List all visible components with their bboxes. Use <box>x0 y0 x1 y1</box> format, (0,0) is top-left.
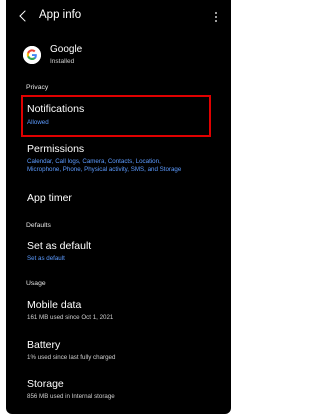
app-name: Google <box>50 44 83 55</box>
app-install-status: Installed <box>50 58 75 65</box>
app-info-screen: App info Google Installed Privacy Notifi… <box>6 0 231 414</box>
set-as-default-subtitle: Set as default <box>27 255 65 262</box>
section-header-privacy: Privacy <box>26 84 49 91</box>
back-arrow-icon[interactable] <box>19 10 31 22</box>
app-header: Google Installed <box>6 40 231 72</box>
section-header-usage: Usage <box>26 280 46 287</box>
storage-usage: 856 MB used in Internal storage <box>27 393 115 400</box>
set-as-default-title: Set as default <box>27 240 92 252</box>
permissions-list-line2: Microphone, Phone, Physical activity, SM… <box>27 166 182 173</box>
google-logo-icon <box>23 46 41 64</box>
page-title: App info <box>39 9 82 21</box>
more-options-icon[interactable] <box>215 12 217 24</box>
notifications-highlight-box <box>21 95 211 137</box>
top-app-bar: App info <box>6 0 231 36</box>
section-header-defaults: Defaults <box>26 222 51 229</box>
battery-title: Battery <box>27 339 61 351</box>
storage-title: Storage <box>27 378 64 390</box>
app-timer-title: App timer <box>27 192 72 204</box>
battery-usage: 1% used since last fully charged <box>27 354 116 361</box>
mobile-data-title: Mobile data <box>27 299 82 311</box>
permissions-title: Permissions <box>27 143 85 155</box>
permissions-list-line1: Calendar, Call logs, Camera, Contacts, L… <box>27 158 161 165</box>
mobile-data-usage: 161 MB used since Oct 1, 2021 <box>27 314 114 321</box>
